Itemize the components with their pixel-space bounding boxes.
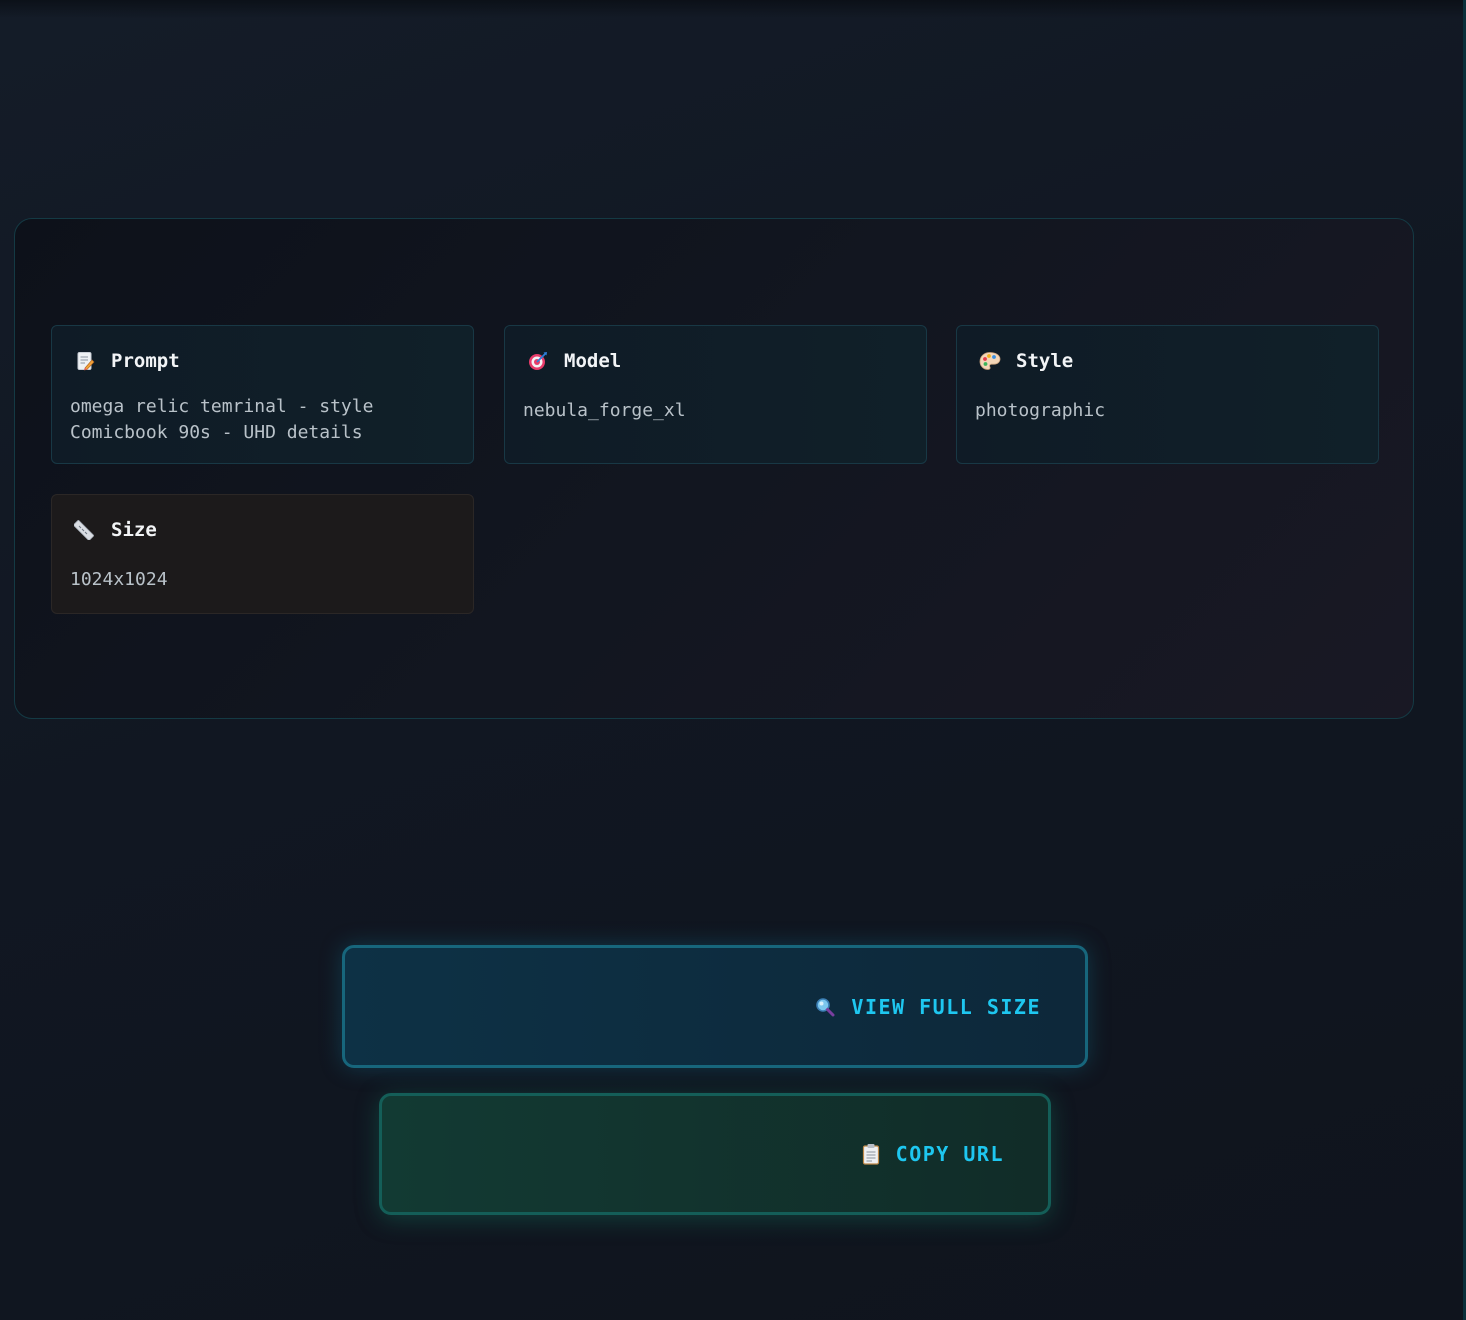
size-value: 1024x1024: [70, 569, 168, 590]
prompt-card-header: Prompt: [74, 350, 180, 372]
style-card: Style photographic: [956, 325, 1379, 464]
target-icon: [527, 350, 549, 372]
model-value: nebula_forge_xl: [523, 400, 686, 421]
model-title: Model: [564, 350, 622, 372]
model-card: Model nebula_forge_xl: [504, 325, 927, 464]
magnifier-icon: [815, 997, 835, 1017]
top-shadow: [0, 0, 1466, 18]
style-title: Style: [1016, 350, 1074, 372]
copy-url-button[interactable]: COPY URL: [379, 1093, 1051, 1215]
memo-icon: [74, 350, 96, 372]
size-title: Size: [111, 519, 157, 541]
style-value: photographic: [975, 400, 1106, 421]
size-card-header: Size: [74, 519, 157, 541]
style-card-header: Style: [979, 350, 1073, 372]
image-details-panel: Prompt omega relic temrinal - style Comi…: [14, 218, 1414, 719]
prompt-title: Prompt: [111, 350, 180, 372]
ruler-icon: [74, 519, 96, 541]
model-card-header: Model: [527, 350, 621, 372]
view-full-size-label: VIEW FULL SIZE: [851, 994, 1041, 1019]
size-card: Size 1024x1024: [51, 494, 474, 614]
palette-icon: [979, 350, 1001, 372]
page: Prompt omega relic temrinal - style Comi…: [0, 0, 1466, 1320]
prompt-card: Prompt omega relic temrinal - style Comi…: [51, 325, 474, 464]
clipboard-icon: [862, 1143, 880, 1165]
view-full-size-button[interactable]: VIEW FULL SIZE: [342, 945, 1088, 1068]
copy-url-label: COPY URL: [895, 1142, 1004, 1166]
prompt-value: omega relic temrinal - style Comicbook 9…: [70, 396, 374, 443]
